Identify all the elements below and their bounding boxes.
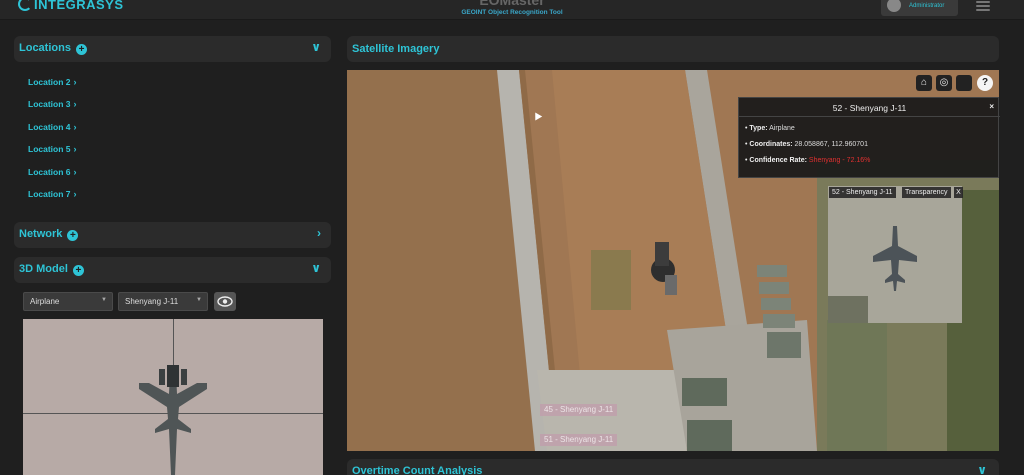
popup-type-line: • Type: Airplane [745,125,795,132]
network-title: Network [19,228,63,240]
location-label: Location 5 [28,144,71,154]
chevron-right-icon[interactable]: › [317,226,321,240]
location-item[interactable]: Location 6 › [28,167,77,177]
location-item[interactable]: Location 2 › [28,77,77,87]
chevron-down-icon[interactable]: ∨ [977,463,987,475]
toggle-visibility-button[interactable] [214,292,236,311]
locations-panel-header[interactable]: Locations + ∨ [14,36,331,62]
globe-icon[interactable]: ◎ [936,75,952,91]
chevron-right-icon: › [73,144,77,154]
overtime-title: Overtime Count Analysis [352,465,483,475]
chevron-down-icon: ▼ [101,297,107,303]
popup-coords-line: • Coordinates: 28.058867, 112.960701 [745,141,868,148]
chevron-right-icon: › [73,122,77,132]
location-label: Location 3 [28,99,71,109]
model3d-panel-header[interactable]: 3D Model + ∨ [14,257,331,283]
location-label: Location 6 [28,167,71,177]
close-popup-button[interactable]: × [989,102,994,111]
home-icon[interactable]: ⌂ [916,75,932,91]
detection-label-51[interactable]: 51 - Shenyang J-11 [540,434,618,446]
satellite-title: Satellite Imagery [352,43,440,55]
avatar [887,0,901,12]
object-model-select[interactable]: Shenyang J-11 ▼ [118,292,208,311]
chevron-down-icon: ▼ [196,297,202,303]
confidence-value: Shenyang - 72.16% [808,157,871,164]
jet-model-icon [139,365,207,475]
location-item[interactable]: Location 3 › [28,99,77,109]
overtime-panel-header[interactable]: Overtime Count Analysis ∨ [347,459,999,475]
location-label: Location 7 [28,189,71,199]
location-item[interactable]: Location 7 › [28,189,77,199]
location-label: Location 4 [28,122,71,132]
help-icon[interactable]: ? [977,75,993,91]
chevron-right-icon: › [73,189,77,199]
eye-icon [217,296,233,307]
close-thumbnail-button[interactable]: X [954,187,963,198]
layers-icon[interactable] [956,75,972,91]
detection-label-45[interactable]: 45 - Shenyang J-11 [540,404,618,416]
model-3d-viewer[interactable] [23,319,323,475]
user-name: admin [909,0,928,2]
app-subtitle: GEOINT Object Recognition Tool [461,9,563,16]
location-item[interactable]: Location 5 › [28,144,77,154]
confidence-label: Confidence Rate: [749,157,807,164]
detection-info-popup: 52 - Shenyang J-11 × • Type: Airplane • … [738,97,1000,178]
model3d-title: 3D Model [19,263,68,275]
chevron-right-icon: › [73,167,77,177]
location-item[interactable]: Location 4 › [28,122,77,132]
app-title: EOMaster [479,0,545,8]
top-bar: INTEGRASYS EOMaster GEOINT Object Recogn… [0,0,1024,20]
popup-divider [739,116,1000,117]
chevron-right-icon: › [73,77,77,87]
object-type-select[interactable]: Airplane ▼ [23,292,113,311]
type-label: Type: [749,125,768,132]
chevron-down-icon[interactable]: ∨ [311,261,321,275]
user-menu[interactable]: admin Administrator [881,0,958,16]
satellite-panel-header[interactable]: Satellite Imagery [347,36,999,62]
chevron-down-icon[interactable]: ∨ [311,40,321,54]
jet-thumbnail-icon [828,186,962,323]
user-role: Administrator [909,3,945,9]
popup-title: 52 - Shenyang J-11 [832,103,907,113]
add-network-icon[interactable]: + [67,230,79,241]
coords-label: Coordinates: [749,141,793,148]
add-location-icon[interactable]: + [76,44,88,55]
coords-value: 28.058867, 112.960701 [794,141,868,148]
detection-thumbnail[interactable] [828,186,962,323]
thumbnail-label: 52 - Shenyang J-11 [829,187,896,198]
menu-icon[interactable] [976,1,990,11]
popup-confidence-line: • Confidence Rate: Shenyang - 72.16% [745,157,871,164]
add-model-icon[interactable]: + [72,265,84,276]
type-value: Airplane [769,125,795,132]
location-label: Location 2 [28,77,71,87]
object-model-value: Shenyang J-11 [125,297,179,306]
locations-title: Locations [19,42,71,54]
transparency-button[interactable]: Transparency [902,187,951,198]
object-type-value: Airplane [30,297,60,306]
chevron-right-icon: › [73,99,77,109]
network-panel-header[interactable]: Network + › [14,222,331,248]
